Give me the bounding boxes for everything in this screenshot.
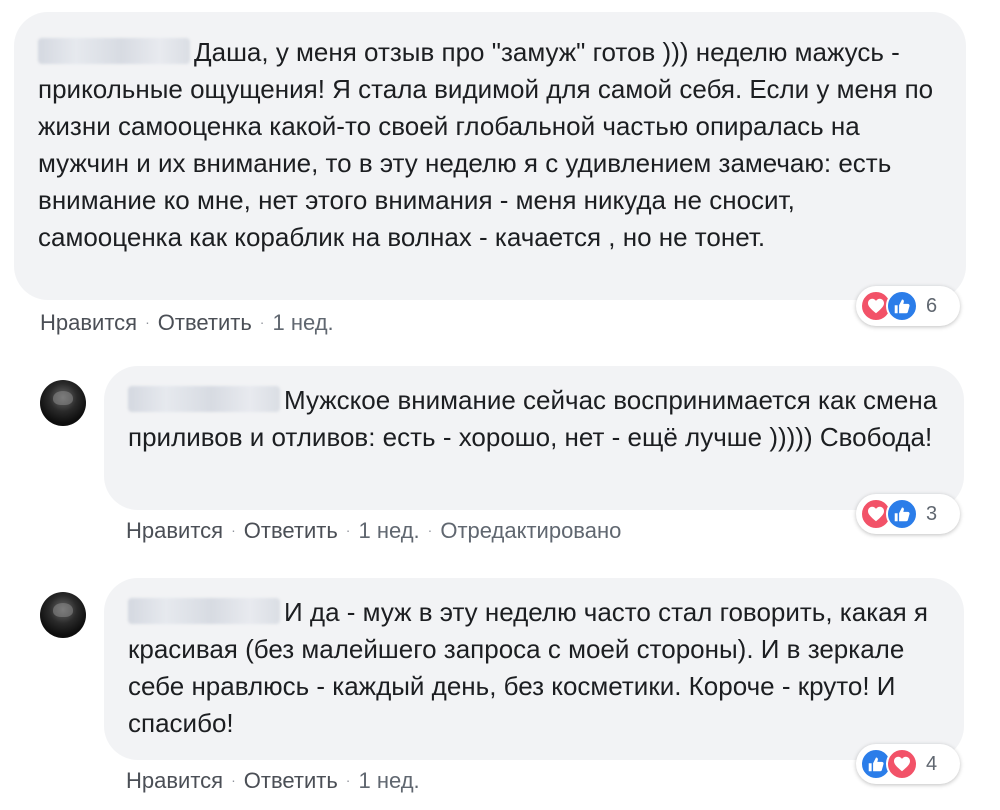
reaction-count: 4 [926, 752, 938, 775]
like-link[interactable]: Нравится [126, 518, 223, 543]
comment-time[interactable]: 1 нед. [358, 518, 419, 543]
like-link[interactable]: Нравится [40, 310, 137, 335]
heart-icon [886, 748, 918, 780]
reply-link[interactable]: Ответить [244, 768, 338, 793]
thumbs-up-icon [886, 498, 918, 530]
user-avatar[interactable] [40, 380, 86, 426]
reactions-summary[interactable]: 4 [856, 744, 960, 784]
reply-link[interactable]: Ответить [158, 310, 252, 335]
author-name-blurred[interactable] [128, 386, 280, 412]
comment-text: Даша, у меня отзыв про "замуж" готов )))… [38, 37, 934, 252]
comment-actions: Нравится · Ответить · 1 нед. · Отредактировано [126, 518, 622, 543]
author-name-blurred[interactable] [128, 598, 280, 624]
comment-bubble: Мужское внимание сейчас воспринимается к… [104, 366, 964, 510]
edited-label[interactable]: Отредактировано [440, 518, 621, 543]
reaction-count: 6 [926, 294, 938, 317]
reactions-summary[interactable]: 3 [856, 494, 960, 534]
comment-time[interactable]: 1 нед. [358, 768, 419, 793]
reactions-summary[interactable]: 6 [856, 286, 960, 326]
thumbs-up-icon [886, 290, 918, 322]
like-link[interactable]: Нравится [126, 768, 223, 793]
comment-actions: Нравится · Ответить · 1 нед. [40, 310, 334, 335]
reply-link[interactable]: Ответить [244, 518, 338, 543]
reaction-count: 3 [926, 502, 938, 525]
comment-time[interactable]: 1 нед. [272, 310, 333, 335]
user-avatar[interactable] [40, 592, 86, 638]
comment-actions: Нравится · Ответить · 1 нед. [126, 768, 420, 793]
comment-bubble: Даша, у меня отзыв про "замуж" готов )))… [14, 12, 966, 300]
comment-bubble: И да - муж в эту неделю часто стал говор… [104, 578, 964, 760]
author-name-blurred[interactable] [38, 38, 190, 64]
